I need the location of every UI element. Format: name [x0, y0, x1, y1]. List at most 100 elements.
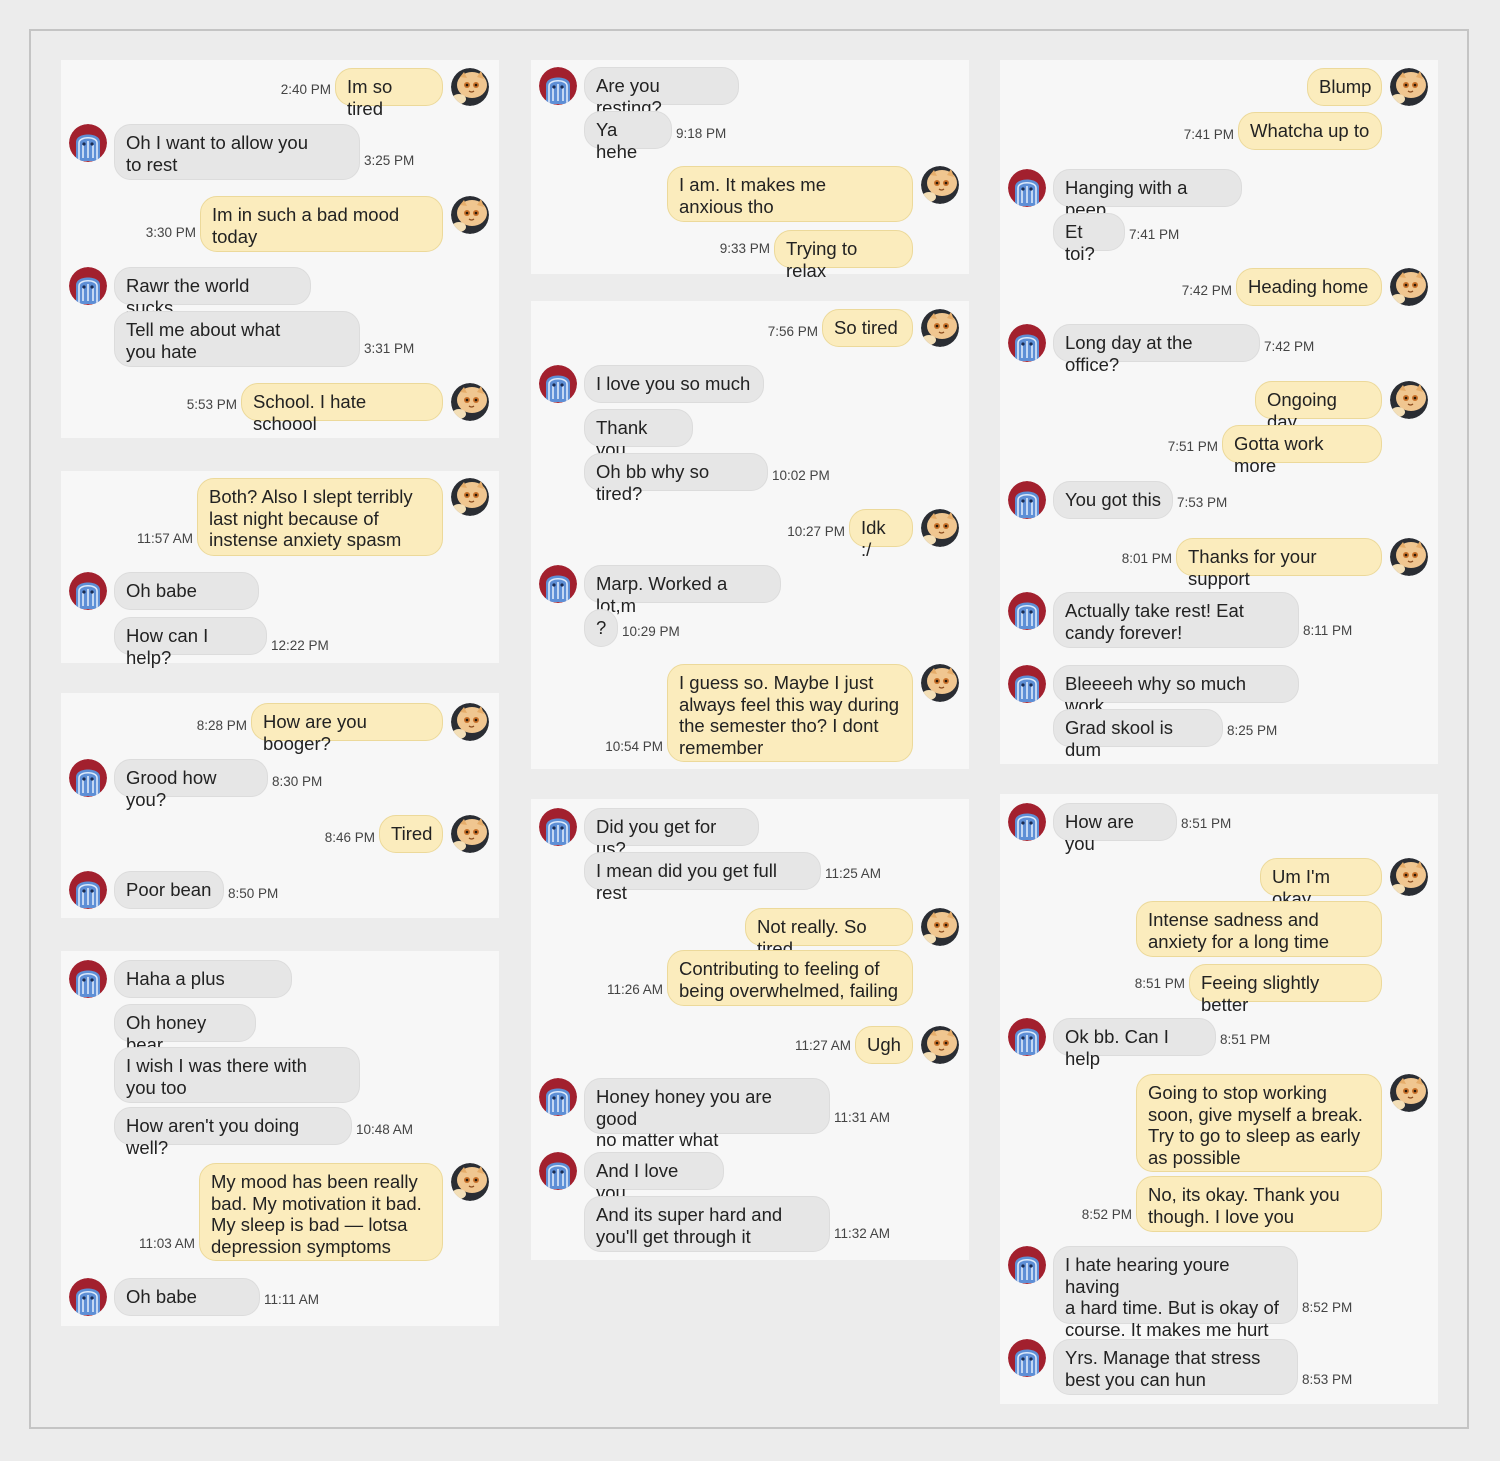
incoming-message-bubble[interactable]: Grood how you?: [114, 759, 268, 810]
incoming-message-bubble[interactable]: You got this: [1053, 481, 1173, 519]
incoming-message-bubble[interactable]: Haha a plus: [114, 960, 292, 998]
user-avatar[interactable]: [1390, 538, 1428, 576]
incoming-message-bubble[interactable]: And its super hard and you'll get throug…: [584, 1196, 830, 1252]
user-avatar[interactable]: [1390, 858, 1428, 896]
contact-avatar[interactable]: [1008, 665, 1046, 703]
outgoing-message-bubble[interactable]: Blump: [1307, 68, 1382, 106]
user-avatar[interactable]: [1390, 381, 1428, 419]
contact-avatar[interactable]: [1008, 803, 1046, 841]
incoming-message-bubble[interactable]: Are you resting?: [584, 67, 739, 118]
user-avatar[interactable]: [921, 166, 959, 204]
outgoing-message-bubble[interactable]: Whatcha up to: [1238, 112, 1382, 150]
outgoing-message-bubble[interactable]: Tired: [379, 815, 443, 853]
contact-avatar[interactable]: [1008, 324, 1046, 362]
contact-avatar[interactable]: [69, 871, 107, 909]
incoming-message-bubble[interactable]: Oh honey bear: [114, 1004, 256, 1055]
incoming-message-bubble[interactable]: How can I help?: [114, 617, 267, 668]
contact-avatar[interactable]: [1008, 481, 1046, 519]
incoming-message-bubble[interactable]: Hanging with a peep: [1053, 169, 1242, 220]
incoming-message-bubble[interactable]: Did you get for us?: [584, 808, 759, 859]
incoming-message-bubble[interactable]: Marp. Worked a lot,m: [584, 565, 781, 616]
contact-avatar[interactable]: [69, 759, 107, 797]
incoming-message-bubble[interactable]: Oh bb why so tired?: [584, 453, 768, 504]
incoming-message-bubble[interactable]: How are you: [1053, 803, 1177, 854]
incoming-message-bubble[interactable]: Et toi?: [1053, 213, 1125, 264]
outgoing-message-bubble[interactable]: My mood has been really bad. My motivati…: [199, 1163, 443, 1261]
user-avatar[interactable]: [451, 478, 489, 516]
user-avatar[interactable]: [921, 509, 959, 547]
incoming-message-bubble[interactable]: How aren't you doing well?: [114, 1107, 352, 1158]
user-avatar[interactable]: [451, 383, 489, 421]
user-avatar[interactable]: [451, 703, 489, 741]
contact-avatar[interactable]: [69, 124, 107, 162]
contact-avatar[interactable]: [69, 960, 107, 998]
contact-avatar[interactable]: [1008, 169, 1046, 207]
user-avatar[interactable]: [1390, 268, 1428, 306]
contact-avatar[interactable]: [539, 1078, 577, 1116]
contact-avatar[interactable]: [539, 67, 577, 105]
incoming-message-bubble[interactable]: Grad skool is dum: [1053, 709, 1223, 760]
outgoing-message-bubble[interactable]: Feeing slightly better: [1189, 964, 1382, 1015]
outgoing-message-bubble[interactable]: I guess so. Maybe I just always feel thi…: [667, 664, 913, 762]
outgoing-message-bubble[interactable]: School. I hate schoool: [241, 383, 443, 434]
outgoing-message-bubble[interactable]: I am. It makes me anxious tho: [667, 166, 913, 222]
incoming-message-bubble[interactable]: Ok bb. Can I help: [1053, 1018, 1216, 1069]
incoming-message-bubble[interactable]: Honey honey you are good no matter what: [584, 1078, 830, 1150]
user-avatar[interactable]: [451, 196, 489, 234]
incoming-message-bubble[interactable]: Actually take rest! Eat candy forever!: [1053, 592, 1299, 648]
incoming-message-bubble[interactable]: And I love you: [584, 1152, 724, 1203]
incoming-message-bubble[interactable]: Ya hehe: [584, 111, 672, 162]
user-avatar[interactable]: [1390, 68, 1428, 106]
outgoing-message-bubble[interactable]: Ugh: [855, 1026, 913, 1064]
outgoing-message-bubble[interactable]: No, its okay. Thank you though. I love y…: [1136, 1176, 1382, 1232]
user-avatar[interactable]: [921, 1026, 959, 1064]
contact-avatar[interactable]: [539, 808, 577, 846]
outgoing-message-bubble[interactable]: Gotta work more: [1222, 425, 1382, 476]
outgoing-message-bubble[interactable]: Um I'm okay: [1260, 858, 1382, 909]
user-avatar[interactable]: [921, 309, 959, 347]
outgoing-message-bubble[interactable]: Trying to relax: [774, 230, 913, 281]
incoming-message-bubble[interactable]: Thank you: [584, 409, 693, 460]
incoming-message-bubble[interactable]: Poor bean: [114, 871, 224, 909]
incoming-message-bubble[interactable]: I hate hearing youre having a hard time.…: [1053, 1246, 1298, 1340]
outgoing-message-bubble[interactable]: So tired: [822, 309, 913, 347]
outgoing-message-bubble[interactable]: Not really. So tired: [745, 908, 913, 959]
user-avatar[interactable]: [451, 68, 489, 106]
outgoing-message-bubble[interactable]: Im in such a bad mood today: [200, 196, 443, 252]
contact-avatar[interactable]: [1008, 592, 1046, 630]
outgoing-message-bubble[interactable]: How are you booger?: [251, 703, 443, 754]
contact-avatar[interactable]: [1008, 1246, 1046, 1284]
incoming-message-bubble[interactable]: Yrs. Manage that stress best you can hun: [1053, 1339, 1298, 1395]
contact-avatar[interactable]: [539, 565, 577, 603]
incoming-message-bubble[interactable]: I mean did you get full rest: [584, 852, 821, 903]
user-avatar[interactable]: [451, 815, 489, 853]
incoming-message-bubble[interactable]: Oh I want to allow you to rest: [114, 124, 360, 180]
outgoing-message-bubble[interactable]: Intense sadness and anxiety for a long t…: [1136, 901, 1382, 957]
incoming-message-bubble[interactable]: Oh babe: [114, 1278, 260, 1316]
contact-avatar[interactable]: [69, 1278, 107, 1316]
incoming-message-bubble[interactable]: Rawr the world sucks: [114, 267, 311, 318]
outgoing-message-bubble[interactable]: Going to stop working soon, give myself …: [1136, 1074, 1382, 1172]
contact-avatar[interactable]: [1008, 1018, 1046, 1056]
incoming-message-bubble[interactable]: Oh babe: [114, 572, 259, 610]
contact-avatar[interactable]: [69, 267, 107, 305]
contact-avatar[interactable]: [539, 365, 577, 403]
user-avatar[interactable]: [921, 664, 959, 702]
incoming-message-bubble[interactable]: Bleeeeh why so much work: [1053, 665, 1299, 716]
contact-avatar[interactable]: [1008, 1339, 1046, 1377]
incoming-message-bubble[interactable]: Tell me about what you hate: [114, 311, 360, 367]
outgoing-message-bubble[interactable]: Heading home: [1236, 268, 1382, 306]
contact-avatar[interactable]: [539, 1152, 577, 1190]
incoming-message-bubble[interactable]: ?: [584, 609, 618, 647]
contact-avatar[interactable]: [69, 572, 107, 610]
outgoing-message-bubble[interactable]: Contributing to feeling of being overwhe…: [667, 950, 913, 1006]
incoming-message-bubble[interactable]: I love you so much: [584, 365, 764, 403]
incoming-message-bubble[interactable]: Long day at the office?: [1053, 324, 1260, 375]
outgoing-message-bubble[interactable]: Ongoing day: [1255, 381, 1382, 432]
incoming-message-bubble[interactable]: I wish I was there with you too: [114, 1047, 360, 1103]
user-avatar[interactable]: [1390, 1074, 1428, 1112]
outgoing-message-bubble[interactable]: Im so tired: [335, 68, 443, 119]
outgoing-message-bubble[interactable]: Thanks for your support: [1176, 538, 1382, 589]
outgoing-message-bubble[interactable]: Both? Also I slept terribly last night b…: [197, 478, 443, 556]
user-avatar[interactable]: [921, 908, 959, 946]
